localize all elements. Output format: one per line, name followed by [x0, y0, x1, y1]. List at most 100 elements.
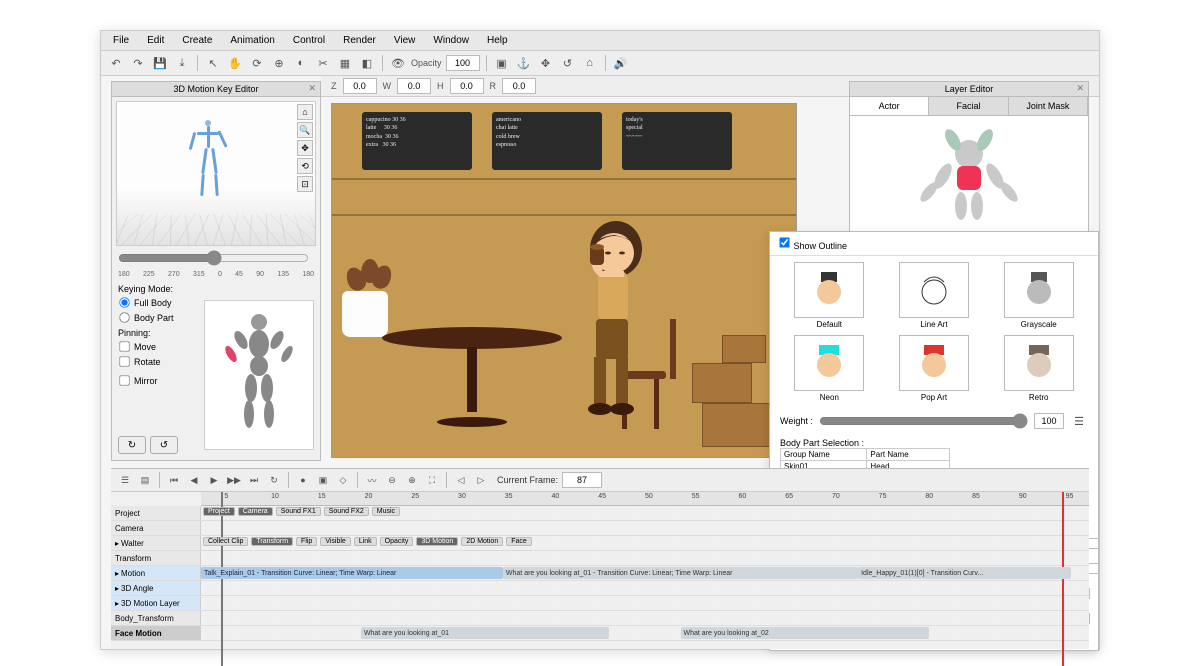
style-neon[interactable]: Neon [780, 335, 879, 402]
menu-help[interactable]: Help [483, 33, 512, 48]
list-icon[interactable]: ☰ [1070, 412, 1088, 430]
menu-create[interactable]: Create [178, 33, 216, 48]
track-face-motion[interactable]: Face Motion What are you looking at_01 W… [111, 626, 1089, 641]
reset-icon[interactable]: ↺ [559, 54, 577, 72]
tool5-icon[interactable]: ◧ [358, 54, 376, 72]
style-retro[interactable]: Retro [989, 335, 1088, 402]
home-view-icon[interactable]: ⌂ [297, 104, 313, 120]
zoom-out-icon[interactable]: ⊖ [384, 472, 400, 488]
clip[interactable]: Sound FX1 [276, 507, 321, 516]
pose-3d-viewport[interactable]: ⌂ 🔍 ✥ ⟲ ⊡ [116, 101, 316, 246]
tab-joint-mask[interactable]: Joint Mask [1009, 97, 1088, 115]
clip[interactable]: 3D Motion [416, 537, 458, 546]
track-transform[interactable]: Transform [111, 551, 1089, 566]
clip[interactable]: Sound FX2 [324, 507, 369, 516]
rec-icon[interactable]: ● [295, 472, 311, 488]
style-grayscale[interactable]: Grayscale [989, 262, 1088, 329]
save-icon[interactable]: 💾 [151, 54, 169, 72]
clip[interactable]: Visible [320, 537, 351, 546]
clip[interactable]: 2D Motion [461, 537, 503, 546]
style-popart[interactable]: Pop Art [885, 335, 984, 402]
menu-edit[interactable]: Edit [143, 33, 168, 48]
step-back-icon[interactable]: ◀ [186, 472, 202, 488]
angle-slider[interactable] [118, 250, 309, 266]
tool4-icon[interactable]: ▦ [336, 54, 354, 72]
r-input[interactable] [502, 78, 536, 94]
menu-view[interactable]: View [390, 33, 420, 48]
fit-icon[interactable]: ⛶ [424, 472, 440, 488]
z-input[interactable] [343, 78, 377, 94]
track-project[interactable]: Project Project Camera Sound FX1 Sound F… [111, 506, 1089, 521]
timeline-ruler[interactable]: 5101520253035404550556065707580859095 [201, 492, 1089, 506]
clip[interactable]: Music [372, 507, 400, 516]
loop-icon[interactable]: ↻ [266, 472, 282, 488]
menu-file[interactable]: File [109, 33, 133, 48]
viewport-canvas[interactable]: cappucino 30 36latte 30 36mocha 30 36ext… [331, 103, 797, 458]
zoom-in-icon[interactable]: ⊕ [404, 472, 420, 488]
cam-icon[interactable]: ▣ [315, 472, 331, 488]
frame-fwd-icon[interactable]: ▷ [473, 472, 489, 488]
tab-facial[interactable]: Facial [929, 97, 1008, 115]
menu-render[interactable]: Render [339, 33, 380, 48]
motion-clip[interactable]: Talk_Explain_01 - Transition Curve: Line… [201, 567, 503, 579]
clip[interactable]: Project [203, 507, 235, 516]
eye-icon[interactable]: 👁 [389, 54, 407, 72]
clip[interactable]: Camera [238, 507, 273, 516]
close-icon[interactable]: ✕ [308, 83, 316, 94]
track-body-transform[interactable]: Body_Transform [111, 611, 1089, 626]
opacity-input[interactable] [446, 55, 480, 71]
face-clip[interactable]: What are you looking at_02 [681, 627, 930, 639]
clip[interactable]: Transform [251, 537, 293, 546]
orbit-icon[interactable]: ⟲ [297, 158, 313, 174]
zoom-icon[interactable]: 🔍 [297, 122, 313, 138]
camera-icon[interactable]: ▣ [493, 54, 511, 72]
tl-menu-icon[interactable]: ☰ [117, 472, 133, 488]
face-clip[interactable]: What are you looking at_01 [361, 627, 610, 639]
sound-icon[interactable]: 🔊 [612, 54, 630, 72]
motion-clip[interactable]: What are you looking at_01 - Transition … [503, 567, 858, 579]
close-icon[interactable]: ✕ [1076, 83, 1084, 94]
tl-filter-icon[interactable]: ▤ [137, 472, 153, 488]
motion-clip[interactable]: Idle_Happy_01(1)[0] - Transition Curv... [858, 567, 1071, 579]
redo-icon[interactable]: ↷ [129, 54, 147, 72]
rotate-icon[interactable]: ⟳ [248, 54, 266, 72]
track-camera[interactable]: Camera [111, 521, 1089, 536]
h-input[interactable] [450, 78, 484, 94]
menu-animation[interactable]: Animation [226, 33, 278, 48]
track-3d-angle[interactable]: ▸3D Angle [111, 581, 1089, 596]
track-motion[interactable]: ▸Motion Talk_Explain_01 - Transition Cur… [111, 566, 1089, 581]
track-walter[interactable]: ▸Walter Collect Clip Transform Flip Visi… [111, 536, 1089, 551]
step-fwd-icon[interactable]: ▶▶ [226, 472, 242, 488]
key-icon[interactable]: ◇ [335, 472, 351, 488]
clip[interactable]: Flip [296, 537, 317, 546]
home-icon[interactable]: ⌂ [581, 54, 599, 72]
goto-end-icon[interactable]: ⏭ [246, 472, 262, 488]
goto-start-icon[interactable]: ⏮ [166, 472, 182, 488]
weight-slider[interactable] [819, 413, 1028, 429]
clip[interactable]: Link [354, 537, 377, 546]
cycle-left-button[interactable]: ↻ [118, 436, 146, 454]
menu-control[interactable]: Control [289, 33, 329, 48]
current-frame-input[interactable] [562, 472, 602, 488]
reset-view-icon[interactable]: ⊡ [297, 176, 313, 192]
play-icon[interactable]: ▶ [206, 472, 222, 488]
undo-icon[interactable]: ↶ [107, 54, 125, 72]
show-outline-check[interactable]: Show Outline [778, 236, 847, 251]
track-3d-motion-layer[interactable]: ▸3D Motion Layer [111, 596, 1089, 611]
frame-back-icon[interactable]: ◁ [453, 472, 469, 488]
arrow-icon[interactable]: ↖ [204, 54, 222, 72]
style-default[interactable]: Default [780, 262, 879, 329]
tool2-icon[interactable]: ◐ [292, 54, 310, 72]
weight-input[interactable] [1034, 413, 1064, 429]
w-input[interactable] [397, 78, 431, 94]
move-icon[interactable]: ✥ [537, 54, 555, 72]
tab-actor[interactable]: Actor [850, 97, 929, 115]
style-lineart[interactable]: Line Art [885, 262, 984, 329]
clip[interactable]: Collect Clip [203, 537, 248, 546]
clip[interactable]: Face [506, 537, 532, 546]
export-icon[interactable]: ⤓ [173, 54, 191, 72]
pan-icon[interactable]: ✋ [226, 54, 244, 72]
clip[interactable]: Opacity [380, 537, 414, 546]
curve-icon[interactable]: 〰 [364, 472, 380, 488]
menu-window[interactable]: Window [429, 33, 473, 48]
